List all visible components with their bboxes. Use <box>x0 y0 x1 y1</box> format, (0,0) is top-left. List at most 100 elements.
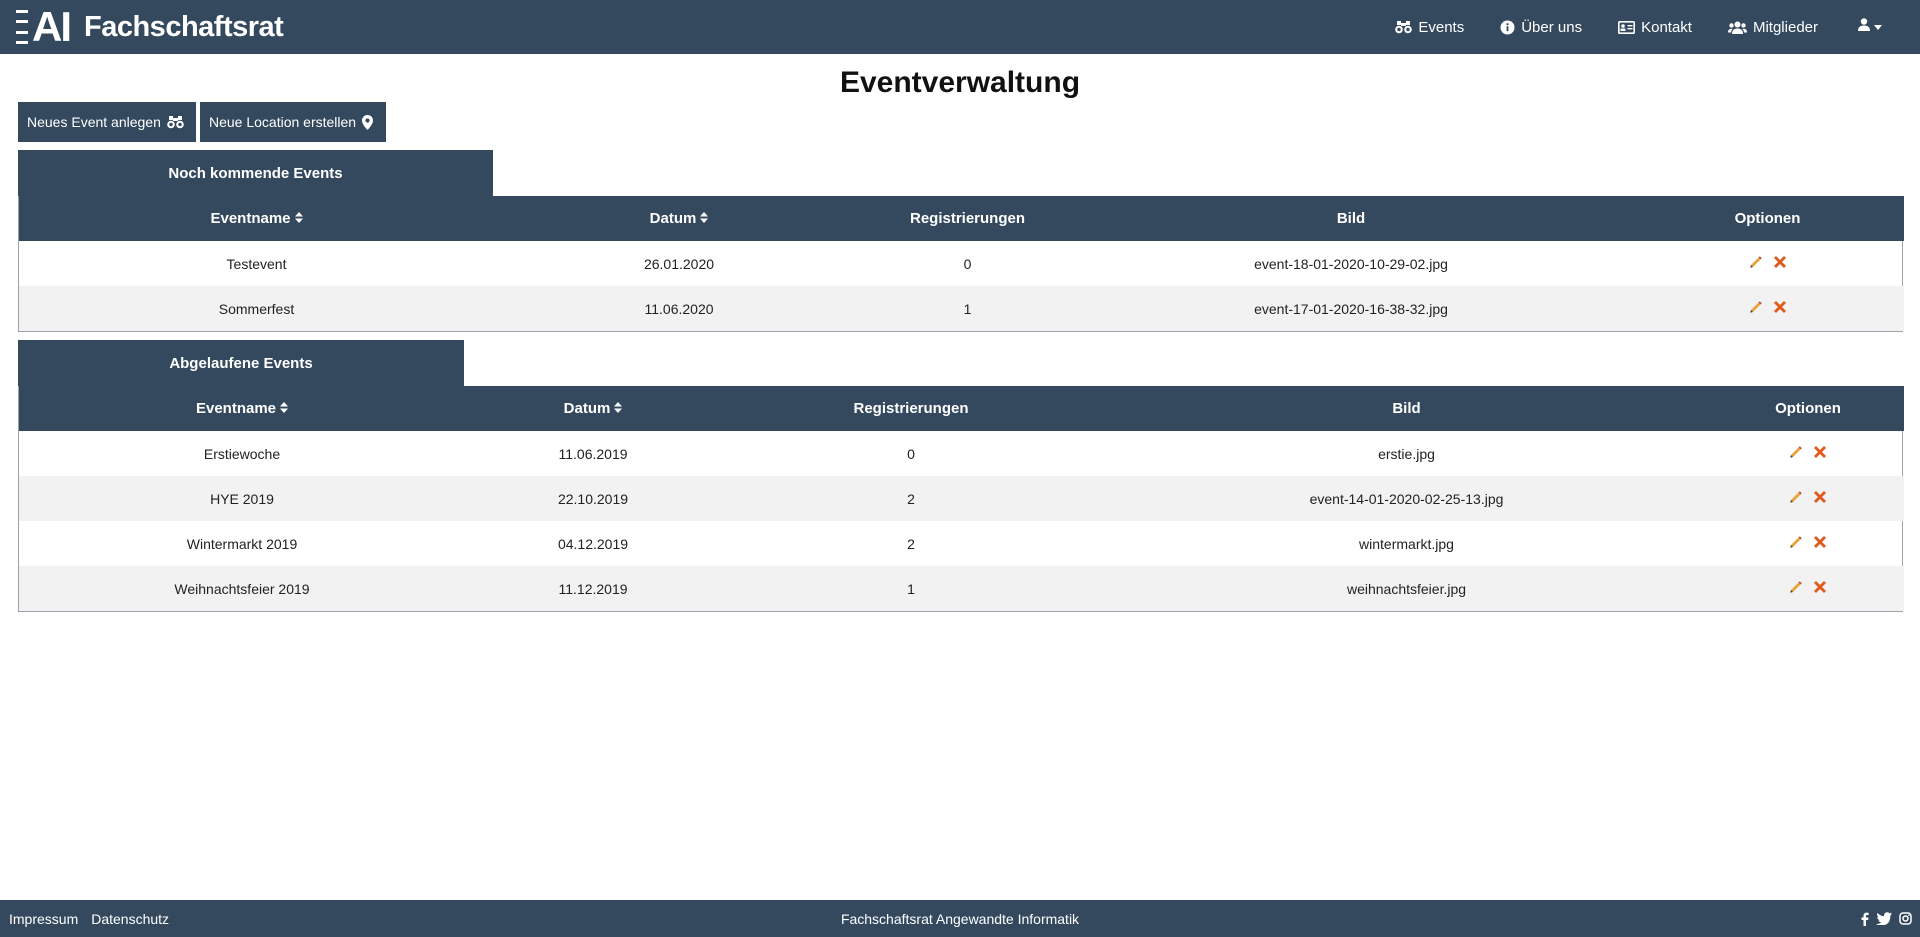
table-header-row: Eventname Datum Registrierungen Bild Opt… <box>19 196 1904 241</box>
datenschutz-link[interactable]: Datenschutz <box>91 911 169 927</box>
sort-icon <box>294 210 303 227</box>
impressum-link[interactable]: Impressum <box>9 911 78 927</box>
column-eventname[interactable]: Eventname <box>19 386 465 431</box>
delete-x-icon[interactable] <box>1813 445 1827 459</box>
edit-pencil-icon[interactable] <box>1789 535 1803 549</box>
cell-optionen <box>1712 521 1904 566</box>
nav-item-label: Events <box>1418 18 1465 36</box>
cell-optionen <box>1631 286 1904 331</box>
footer-social <box>1861 900 1912 937</box>
cell-eventname: Sommerfest <box>218 300 295 317</box>
footer-text: Fachschaftsrat Angewandte Informatik <box>840 910 1080 927</box>
cell-registrierungen: 0 <box>963 255 972 272</box>
cell-datum: 11.12.2019 <box>558 580 628 597</box>
nav-item-kontakt[interactable]: Kontakt <box>1618 19 1692 36</box>
past-events-tab: Abgelaufene Events <box>18 340 464 386</box>
cell-datum: 22.10.2019 <box>557 490 629 507</box>
instagram-icon[interactable] <box>1899 912 1912 925</box>
logo-text: AI <box>32 3 72 50</box>
column-eventname[interactable]: Eventname <box>19 196 494 241</box>
delete-x-icon[interactable] <box>1813 535 1827 549</box>
brand-title: Fachschaftsrat <box>84 10 284 43</box>
nav-item-mitglieder[interactable]: Mitglieder <box>1727 18 1818 36</box>
nav-item-ueber-uns[interactable]: Über uns <box>1500 19 1582 36</box>
footer: Impressum Datenschutz Fachschaftsrat Ang… <box>0 900 1920 937</box>
nav-item-label: Über uns <box>1521 18 1583 36</box>
table-row: HYE 2019 22.10.2019 2 event-14-01-2020-0… <box>19 476 1904 521</box>
column-bild: Bild <box>1336 210 1366 227</box>
info-icon <box>1500 20 1515 35</box>
cell-eventname: Weihnachtsfeier 2019 <box>174 580 310 597</box>
new-event-button[interactable]: Neues Event anlegen <box>18 102 196 142</box>
cell-registrierungen: 1 <box>907 580 915 597</box>
brand[interactable]: AI Fachschaftsrat <box>16 3 284 50</box>
twitter-icon[interactable] <box>1876 912 1892 925</box>
cell-optionen <box>1712 476 1904 521</box>
cell-registrierungen: 0 <box>907 445 915 462</box>
edit-pencil-icon[interactable] <box>1789 580 1803 594</box>
cell-optionen <box>1631 241 1904 286</box>
chevron-down-icon <box>1874 24 1882 30</box>
table-row: Sommerfest 11.06.2020 1 event-17-01-2020… <box>19 286 1904 331</box>
cell-eventname: Erstiewoche <box>203 445 281 462</box>
column-registrierungen: Registrierungen <box>909 210 1026 227</box>
cell-datum: 26.01.2020 <box>643 255 715 272</box>
edit-pencil-icon[interactable] <box>1749 300 1763 314</box>
column-optionen: Optionen <box>1775 400 1841 417</box>
upcoming-events-tab: Noch kommende Events <box>18 150 493 196</box>
binoculars-icon <box>1395 20 1413 34</box>
column-datum[interactable]: Datum <box>494 196 864 241</box>
nav-menu: Events Über uns Kontakt Mitglieder <box>1359 0 1882 54</box>
delete-x-icon[interactable] <box>1773 300 1787 314</box>
cell-bild: weihnachtsfeier.jpg <box>1346 580 1467 597</box>
edit-pencil-icon[interactable] <box>1749 255 1763 269</box>
cell-bild: event-17-01-2020-16-38-32.jpg <box>1254 300 1448 317</box>
contact-card-icon <box>1618 20 1636 34</box>
cell-eventname: Testevent <box>226 255 287 272</box>
edit-pencil-icon[interactable] <box>1789 490 1803 504</box>
new-location-label: Neue Location erstellen <box>209 114 357 130</box>
nav-item-label: Kontakt <box>1641 18 1692 36</box>
cell-bild: event-14-01-2020-02-25-13.jpg <box>1309 490 1504 507</box>
sort-icon <box>280 400 289 417</box>
column-datum[interactable]: Datum <box>465 386 721 431</box>
nav-item-events[interactable]: Events <box>1395 19 1464 36</box>
column-registrierungen: Registrierungen <box>853 400 969 417</box>
cell-eventname: Wintermarkt 2019 <box>186 535 298 552</box>
user-menu[interactable] <box>1858 18 1882 36</box>
footer-links: Impressum Datenschutz <box>9 900 169 937</box>
sort-icon <box>700 210 709 227</box>
sort-icon <box>614 400 623 417</box>
cell-datum: 11.06.2019 <box>558 445 628 462</box>
table-header-row: Eventname Datum Registrierungen Bild Opt… <box>19 386 1904 431</box>
cell-datum: 04.12.2019 <box>557 535 629 552</box>
delete-x-icon[interactable] <box>1813 490 1827 504</box>
cell-datum: 11.06.2020 <box>644 300 714 317</box>
edit-pencil-icon[interactable] <box>1789 445 1803 459</box>
new-location-button[interactable]: Neue Location erstellen <box>200 102 386 142</box>
facebook-icon[interactable] <box>1861 912 1869 926</box>
cell-eventname: HYE 2019 <box>210 490 274 507</box>
upcoming-events-section: Noch kommende Events Eventname Datum Reg… <box>18 150 1904 332</box>
user-icon <box>1858 18 1870 36</box>
table-row: Erstiewoche 11.06.2019 0 erstie.jpg <box>19 431 1904 476</box>
users-icon <box>1727 21 1747 34</box>
page-title: Eventverwaltung <box>839 66 1081 99</box>
delete-x-icon[interactable] <box>1773 255 1787 269</box>
column-bild: Bild <box>1392 400 1421 417</box>
logo-stripes <box>16 10 28 44</box>
cell-optionen <box>1712 431 1904 476</box>
table-row: Wintermarkt 2019 04.12.2019 2 wintermark… <box>19 521 1904 566</box>
map-marker-icon <box>362 114 374 130</box>
cell-registrierungen: 2 <box>907 535 915 552</box>
cell-registrierungen: 1 <box>963 300 972 317</box>
cell-bild: event-18-01-2020-10-29-02.jpg <box>1254 255 1448 272</box>
new-event-label: Neues Event anlegen <box>27 114 161 130</box>
upcoming-events-table: Eventname Datum Registrierungen Bild Opt… <box>19 196 1904 331</box>
navbar: AI Fachschaftsrat Events Über uns Kontak… <box>0 0 1920 54</box>
binoculars-icon <box>167 115 184 129</box>
delete-x-icon[interactable] <box>1813 580 1827 594</box>
table-row: Testevent 26.01.2020 0 event-18-01-2020-… <box>19 241 1904 286</box>
table-row: Weihnachtsfeier 2019 11.12.2019 1 weihna… <box>19 566 1904 611</box>
nav-item-label: Mitglieder <box>1752 18 1818 36</box>
